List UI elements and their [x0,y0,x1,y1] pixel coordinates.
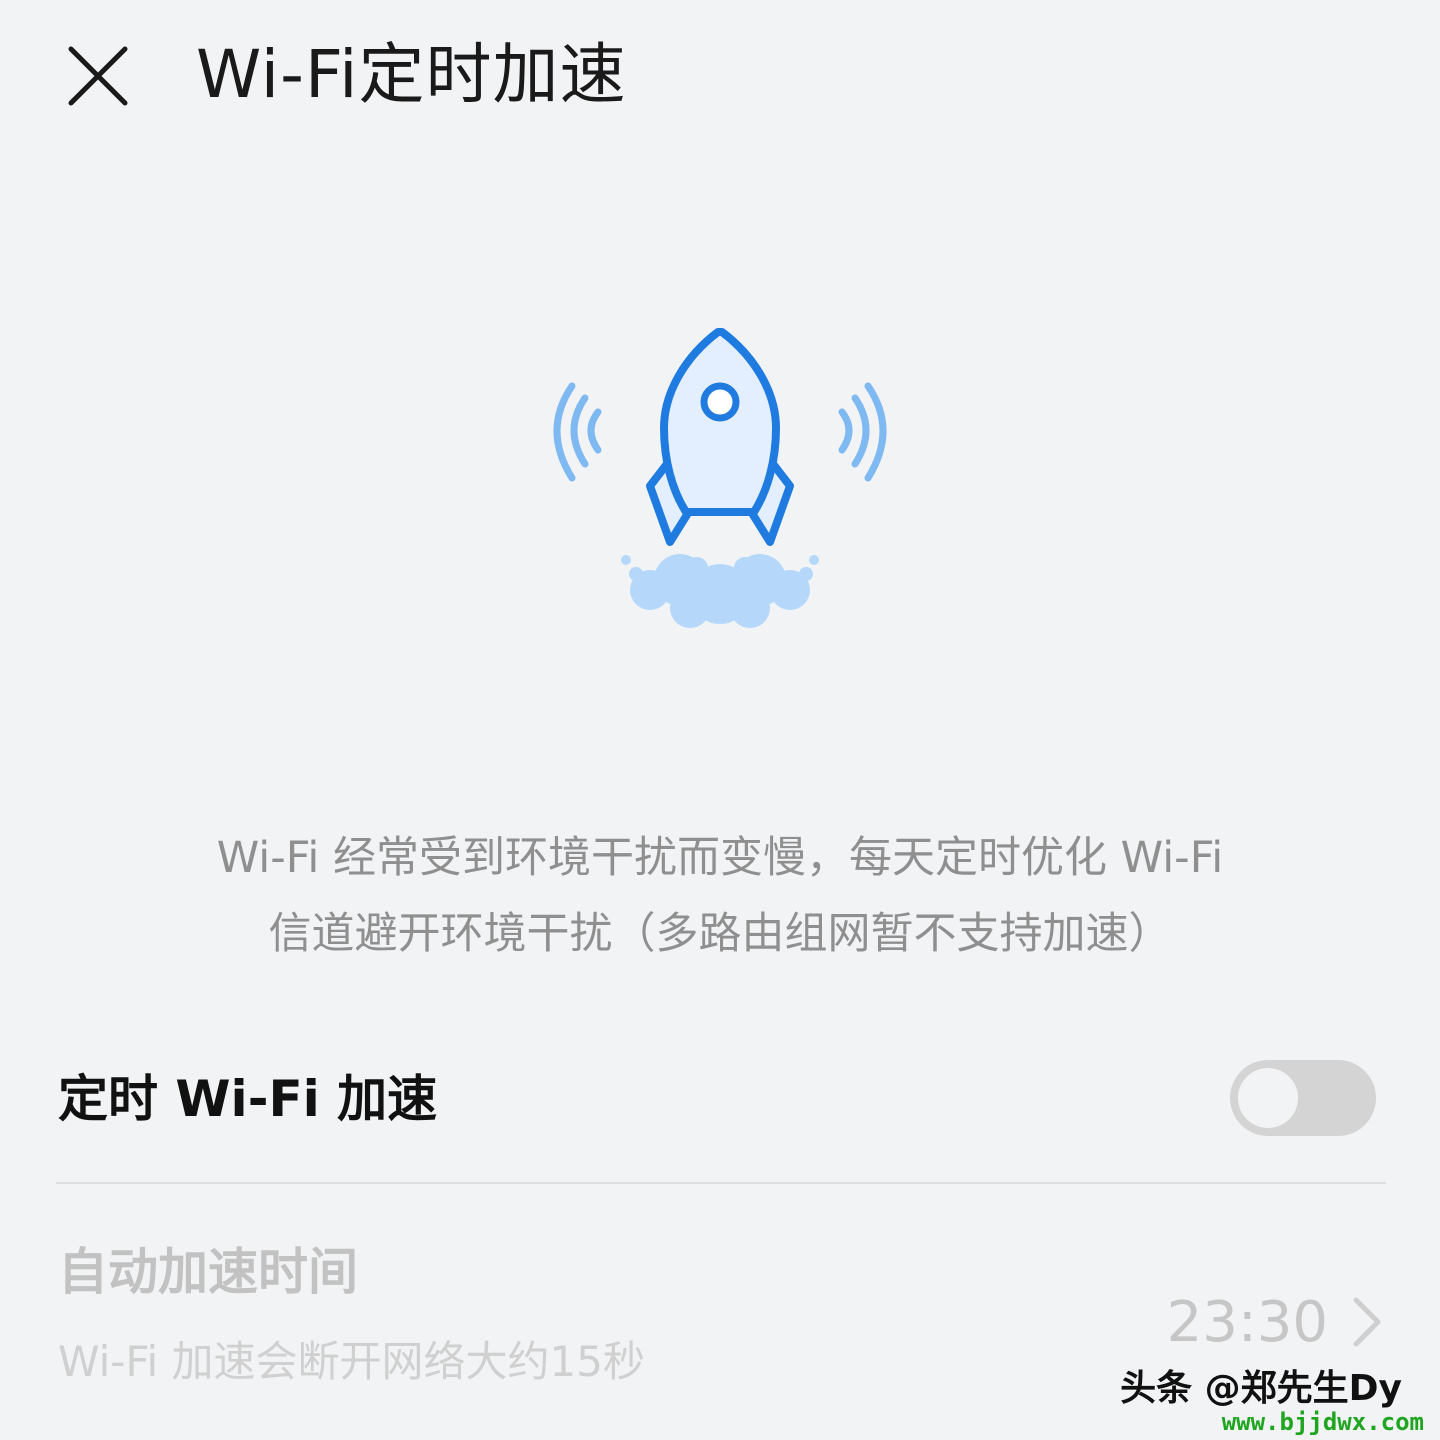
divider [56,1182,1386,1184]
chevron-right-icon [1353,1297,1381,1347]
exhaust-cloud [621,554,819,628]
watermark-url: www.bjjdwx.com [1221,1408,1424,1436]
close-icon [68,46,128,106]
close-button[interactable] [56,34,140,118]
description-line-1: Wi-Fi 经常受到环境干扰而变慢，每天定时优化 Wi-Fi [216,833,1224,883]
signal-waves-left [553,382,602,482]
schedule-acceleration-label: 定时 Wi-Fi 加速 [58,1070,438,1128]
watermark-text: 头条 @郑先生Dy [1120,1368,1402,1409]
toggle-knob [1238,1068,1298,1128]
description-line-2: 信道避开环境干扰（多路由组网暂不支持加速） [268,909,1172,959]
schedule-acceleration-toggle[interactable] [1230,1060,1376,1136]
auto-acceleration-time-subtitle: Wi-Fi 加速会断开网络大约15秒 [58,1337,645,1386]
rocket-icon [553,328,887,628]
page-title: Wi-Fi定时加速 [196,36,627,113]
signal-waves-right [838,382,887,482]
auto-acceleration-time-label: 自动加速时间 [58,1243,358,1301]
auto-acceleration-time-value: 23:30 [1166,1290,1328,1355]
wifi-timed-acceleration-page: Wi-Fi定时加速 Wi-Fi 经常受到环境干扰而变慢，每天定时优化 Wi-Fi… [0,0,1440,1440]
feature-description: Wi-Fi 经常受到环境干扰而变慢，每天定时优化 Wi-Fi 信道避开环境干扰（… [100,820,1340,972]
schedule-acceleration-row[interactable]: 定时 Wi-Fi 加速 [58,1040,1386,1160]
